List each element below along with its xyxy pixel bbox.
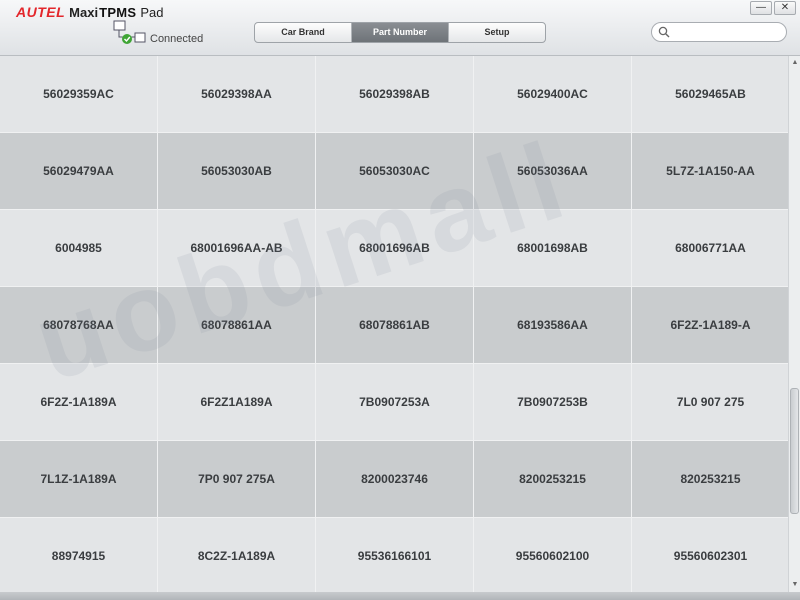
part-number-cell[interactable]: 6F2Z-1A189-A <box>632 287 788 363</box>
part-number-cell[interactable]: 88974915 <box>0 518 157 592</box>
part-number-cell[interactable]: 6F2Z1A189A <box>158 364 315 440</box>
tab-part-number[interactable]: Part Number <box>352 23 449 42</box>
part-number-cell[interactable]: 7L1Z-1A189A <box>0 441 157 517</box>
search-input[interactable] <box>674 25 780 39</box>
part-number-cell[interactable]: 68001696AA-AB <box>158 210 315 286</box>
part-number-cell[interactable]: 68078861AA <box>158 287 315 363</box>
usb-connected-icon <box>113 20 146 44</box>
part-number-cell[interactable]: 68001696AB <box>316 210 473 286</box>
part-number-cell[interactable]: 56029465AB <box>632 56 788 132</box>
part-number-cell[interactable]: 56053030AB <box>158 133 315 209</box>
part-number-cell[interactable]: 5L7Z-1A150-AA <box>632 133 788 209</box>
part-number-grid: 56029359AC 56029398AA 56029398AB 56029400AC… <box>0 56 788 592</box>
app-header: AUTEL Maxi TPMS Pad Connected Car Brand P… <box>0 0 800 56</box>
part-number-cell[interactable]: 95536166101 <box>316 518 473 592</box>
part-number-cell[interactable]: 95560602301 <box>632 518 788 592</box>
brand-name: AUTEL <box>16 4 66 20</box>
tab-bar: Car Brand Part Number Setup <box>254 22 546 43</box>
search-icon <box>658 26 670 38</box>
part-number-cell[interactable]: 8C2Z-1A189A <box>158 518 315 592</box>
status-bar <box>0 592 800 600</box>
part-number-cell[interactable]: 56029398AB <box>316 56 473 132</box>
scroll-thumb[interactable] <box>790 388 799 514</box>
part-number-cell[interactable]: 820253215 <box>632 441 788 517</box>
vertical-scrollbar[interactable]: ▲ ▼ <box>788 56 800 592</box>
part-number-cell[interactable]: 56053030AC <box>316 133 473 209</box>
part-number-cell[interactable]: 56053036AA <box>474 133 631 209</box>
product-suffix: Pad <box>140 5 164 20</box>
part-number-cell[interactable]: 95560602100 <box>474 518 631 592</box>
part-number-cell[interactable]: 56029359AC <box>0 56 157 132</box>
product-prefix: Maxi <box>69 5 99 20</box>
connection-status: Connected <box>150 33 204 45</box>
part-number-cell[interactable]: 56029398AA <box>158 56 315 132</box>
part-number-cell[interactable]: 68078768AA <box>0 287 157 363</box>
part-number-cell[interactable]: 68193586AA <box>474 287 631 363</box>
part-number-cell[interactable]: 7B0907253B <box>474 364 631 440</box>
scroll-up-arrow-icon[interactable]: ▲ <box>790 58 800 68</box>
app-logo: AUTEL Maxi TPMS Pad <box>16 4 164 20</box>
tab-car-brand[interactable]: Car Brand <box>255 23 352 42</box>
part-number-cell[interactable]: 8200023746 <box>316 441 473 517</box>
part-number-cell[interactable]: 6F2Z-1A189A <box>0 364 157 440</box>
window-controls: — ✕ <box>750 1 796 15</box>
minimize-button[interactable]: — <box>750 1 772 15</box>
part-number-cell[interactable]: 68078861AB <box>316 287 473 363</box>
search-box[interactable] <box>651 22 787 42</box>
part-number-cell[interactable]: 56029400AC <box>474 56 631 132</box>
part-number-cell[interactable]: 68006771AA <box>632 210 788 286</box>
part-number-cell[interactable]: 56029479AA <box>0 133 157 209</box>
part-number-cell[interactable]: 8200253215 <box>474 441 631 517</box>
part-number-cell[interactable]: 7P0 907 275A <box>158 441 315 517</box>
part-number-cell[interactable]: 7B0907253A <box>316 364 473 440</box>
part-number-cell[interactable]: 6004985 <box>0 210 157 286</box>
part-number-cell[interactable]: 7L0 907 275 <box>632 364 788 440</box>
part-number-list: 56029359AC 56029398AA 56029398AB 56029400AC… <box>0 56 788 592</box>
tab-setup[interactable]: Setup <box>449 23 545 42</box>
close-button[interactable]: ✕ <box>774 1 796 15</box>
part-number-cell[interactable]: 68001698AB <box>474 210 631 286</box>
scroll-down-arrow-icon[interactable]: ▼ <box>790 580 800 590</box>
product-main: TPMS <box>99 5 137 20</box>
